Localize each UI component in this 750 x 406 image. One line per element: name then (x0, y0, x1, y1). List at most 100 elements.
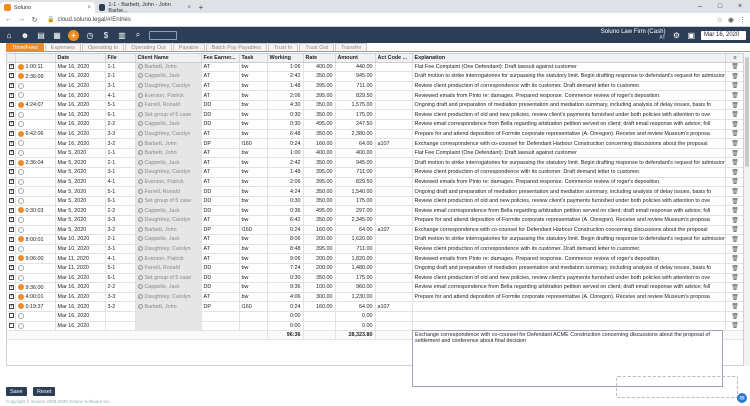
date-cell[interactable]: Mar 16, 2020 (55, 62, 106, 73)
timer-icon[interactable] (17, 169, 24, 176)
client-info-icon[interactable]: i (137, 73, 143, 79)
table-row[interactable]: Mar 5, 20206-1iSet group of 5 caseDDbw0:… (7, 196, 743, 207)
file-cell[interactable]: 6-1 (105, 273, 136, 284)
date-cell[interactable]: Mar 16, 2020 (55, 100, 106, 111)
timer-cell[interactable]: 4:00:01 (15, 292, 56, 303)
explanation-cell[interactable]: Review client production of corresponden… (412, 81, 726, 92)
fee-earner-cell[interactable]: AT (201, 62, 240, 73)
row-checkbox[interactable] (9, 322, 14, 328)
table-row[interactable]: Mar 11, 20205-1iFarrell, RonaldDDbw7:242… (7, 263, 743, 274)
explanation-cell[interactable]: Flat Fee Complaint (One Defendant): Draf… (412, 148, 726, 159)
row-checkbox[interactable] (9, 226, 14, 232)
date-cell[interactable]: Mar 10, 2020 (55, 244, 106, 255)
fee-earner-cell[interactable]: DD (201, 282, 240, 293)
date-cell[interactable]: Mar 5, 2020 (55, 186, 106, 197)
date-cell[interactable]: Mar 10, 2020 (55, 234, 106, 245)
timer-cell[interactable] (15, 311, 56, 322)
row-checkbox-cell[interactable] (7, 71, 16, 82)
date-cell[interactable]: Mar 16, 2020 (55, 292, 106, 303)
timer-cell[interactable]: 4:24:07 (15, 100, 56, 111)
table-row[interactable]: Mar 5, 20203-2iBarbett, JohnDPl1600:2416… (7, 225, 743, 236)
fee-earner-cell[interactable]: DD (201, 263, 240, 274)
working-cell[interactable]: 2:42 (267, 71, 304, 82)
file-cell[interactable]: 6-1 (105, 196, 136, 207)
act-code-cell[interactable] (375, 321, 413, 332)
rate-cell[interactable]: 350.00 (303, 273, 336, 284)
table-row[interactable]: 2:36:09Mar 16, 20202-1iCappello, JackATb… (7, 71, 743, 82)
act-code-cell[interactable] (375, 282, 413, 293)
timer-cell[interactable]: 0:30:03 (15, 205, 56, 216)
task-cell[interactable]: bw (239, 205, 268, 216)
explanation-cell[interactable]: Review client production of old and new … (412, 109, 726, 121)
col-working[interactable]: Working (267, 54, 304, 63)
row-checkbox[interactable] (9, 284, 14, 290)
add-icon[interactable]: + (68, 29, 79, 41)
task-cell[interactable]: bw (239, 253, 268, 264)
fee-earner-cell[interactable]: AT (201, 129, 240, 140)
row-checkbox[interactable] (9, 120, 14, 127)
working-cell[interactable]: 4:30 (267, 100, 304, 111)
timer-icon[interactable] (17, 245, 24, 252)
file-cell[interactable]: 4-1 (105, 90, 136, 101)
row-checkbox[interactable] (9, 313, 14, 319)
act-code-cell[interactable] (375, 167, 413, 178)
trash-icon[interactable]: 🗑 (725, 71, 743, 82)
fee-earner-cell[interactable] (201, 321, 240, 332)
working-cell[interactable]: 2:06 (267, 177, 304, 188)
rate-cell[interactable]: 350.00 (303, 129, 336, 140)
date-cell[interactable]: Mar 5, 2020 (55, 196, 106, 207)
timer-cell[interactable] (15, 186, 56, 197)
timer-icon[interactable] (17, 130, 24, 137)
fee-earner-cell[interactable]: DD (201, 119, 240, 130)
working-cell[interactable]: 1:48 (267, 167, 304, 178)
date-cell[interactable]: Mar 16, 2020 (55, 311, 106, 322)
working-cell[interactable]: 1:48 (267, 81, 304, 92)
table-row[interactable]: 6:42:06 Mar 16, 20203-3iDaughtrey, Caroly… (7, 129, 743, 140)
client-info-icon[interactable]: i (137, 178, 143, 184)
explanation-cell[interactable]: Reviewed emails from Pinto re: damages. … (412, 177, 726, 188)
timer-cell[interactable] (15, 109, 56, 121)
trash-icon[interactable]: 🗑 (725, 186, 743, 197)
fee-earner-cell[interactable]: AT (201, 81, 240, 92)
task-cell[interactable] (239, 321, 268, 332)
fee-earner-cell[interactable]: AT (201, 148, 240, 159)
fee-earner-cell[interactable]: AT (201, 244, 240, 255)
working-cell[interactable]: 1:00 (267, 148, 304, 159)
save-button[interactable]: Save (6, 387, 27, 396)
working-cell[interactable]: 0:30 (267, 119, 304, 130)
file-cell[interactable]: 2-1 (105, 234, 136, 245)
amount-cell[interactable]: 297.00 (335, 205, 376, 216)
working-cell[interactable]: 0:24 (267, 301, 304, 312)
act-code-cell[interactable] (375, 129, 413, 140)
row-checkbox-cell[interactable] (7, 157, 16, 169)
timer-icon[interactable] (17, 178, 24, 185)
date-cell[interactable]: Mar 16, 2020 (55, 321, 106, 332)
amount-cell[interactable]: 440.00 (335, 62, 376, 73)
trash-icon[interactable]: 🗑 (725, 167, 743, 178)
row-checkbox[interactable] (9, 130, 14, 137)
file-cell[interactable]: 5-1 (105, 186, 136, 197)
table-row[interactable]: 8:00:01Mar 10, 20202-1iCappello, JackATb… (7, 234, 743, 245)
act-code-cell[interactable]: a107 (375, 225, 413, 236)
act-code-cell[interactable] (375, 119, 413, 130)
timer-cell[interactable] (15, 244, 56, 255)
row-checkbox[interactable] (9, 188, 14, 194)
tab-transfer[interactable]: Transfer (335, 43, 368, 51)
table-row[interactable]: 9:06:00Mar 11, 20204-1iEverson, PatrickA… (7, 253, 743, 264)
task-cell[interactable]: bw (239, 196, 268, 207)
star-icon[interactable]: ☆ (717, 16, 723, 24)
act-code-cell[interactable] (375, 215, 413, 226)
row-checkbox-cell[interactable] (7, 234, 16, 245)
trash-icon[interactable]: 🗑 (725, 177, 743, 188)
maximize-icon[interactable]: □ (710, 0, 730, 13)
row-checkbox[interactable] (9, 149, 14, 156)
fee-earner-cell[interactable]: DD (201, 109, 240, 121)
amount-cell[interactable]: 2,345.00 (335, 215, 376, 226)
row-checkbox[interactable] (9, 197, 14, 204)
working-cell[interactable]: 2:06 (267, 90, 304, 101)
browser-tab-entry[interactable]: 1-1 - Barbett, John - John Barbe... × (95, 2, 195, 14)
timer-icon[interactable] (17, 236, 24, 243)
task-cell[interactable]: bw (239, 119, 268, 130)
row-checkbox[interactable] (9, 216, 14, 223)
col-act-code[interactable]: Act Code ... (375, 54, 413, 63)
